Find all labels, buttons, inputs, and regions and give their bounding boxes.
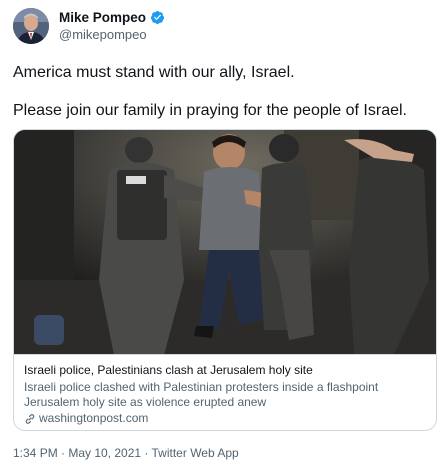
tweet-line-1: America must stand with our ally, Israel… (13, 64, 295, 81)
card-domain: washingtonpost.com (24, 411, 426, 426)
author-name[interactable]: Mike Pompeo (59, 10, 146, 25)
tweet-text: America must stand with our ally, Israel… (13, 62, 441, 121)
tweet-timestamp[interactable]: 1:34 PM · May 10, 2021 · Twitter Web App (13, 446, 239, 460)
link-card[interactable]: Israeli police, Palestinians clash at Je… (13, 129, 437, 431)
card-image[interactable] (14, 130, 436, 354)
card-description: Israeli police clashed with Palestinian … (24, 380, 379, 409)
tweet: Mike Pompeo @mikepompeo America must sta… (0, 0, 447, 470)
card-info[interactable]: Israeli police, Palestinians clash at Je… (14, 354, 436, 430)
card-domain-text: washingtonpost.com (39, 411, 149, 425)
avatar[interactable] (13, 8, 49, 44)
card-title: Israeli police, Palestinians clash at Je… (24, 363, 313, 377)
link-icon (25, 413, 35, 424)
author-handle[interactable]: @mikepompeo (59, 27, 165, 42)
verified-badge-icon (150, 10, 165, 25)
tweet-line-2: Please join our family in praying for th… (13, 102, 407, 119)
author-block: Mike Pompeo @mikepompeo (59, 10, 165, 42)
